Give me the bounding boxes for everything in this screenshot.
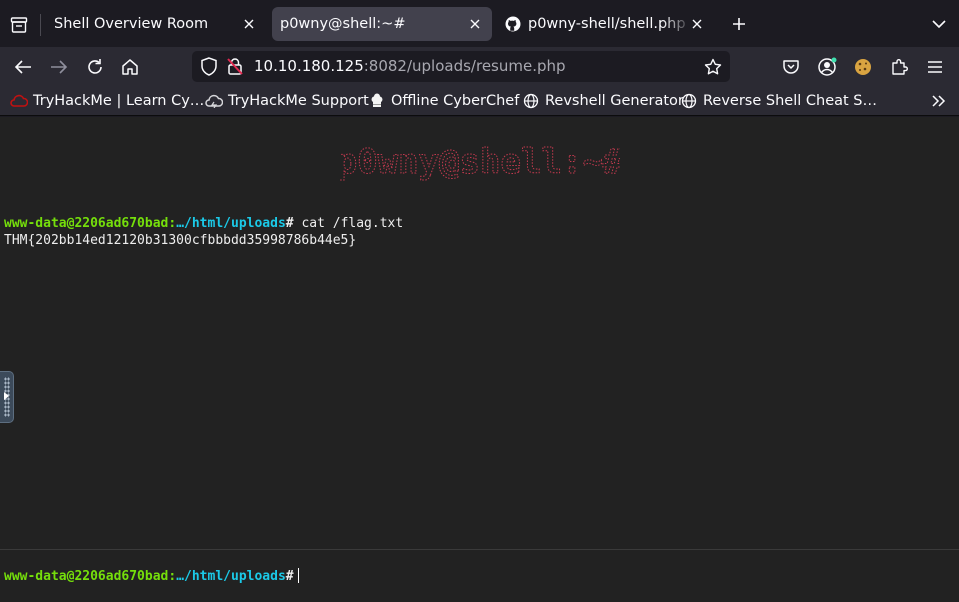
new-tab-plus-icon[interactable] <box>728 13 750 35</box>
shell-input-row[interactable]: www-data@2206ad670bad:…/html/uploads# <box>0 549 959 602</box>
url-host: 10.10.180.125 <box>254 57 364 75</box>
tryhackme-icon <box>10 92 28 110</box>
chevron-down-icon[interactable] <box>928 13 950 35</box>
tab-shell-overview-room[interactable]: Shell Overview Room <box>44 7 266 41</box>
account-icon[interactable] <box>814 54 840 80</box>
bookmarks-toolbar: TryHackMe | Learn Cy… TryHackMe Support … <box>0 86 959 116</box>
prompt-hash: # <box>285 216 294 231</box>
p0wny-shell-ascii-banner: p0wny@shell:~# <box>340 142 620 183</box>
command-text: cat /flag.txt <box>301 216 404 231</box>
firefox-view-icon[interactable] <box>6 12 32 38</box>
shell-command-line: www-data@2206ad670bad:…/html/uploads# ca… <box>4 215 403 232</box>
url-text[interactable]: 10.10.180.125:8082/uploads/resume.php <box>254 57 566 75</box>
expand-arrow-icon <box>4 392 9 400</box>
hamburger-menu-icon[interactable] <box>922 54 948 80</box>
close-icon[interactable] <box>238 13 260 35</box>
prompt-user: www-data@2206ad670bad <box>4 569 169 584</box>
text-cursor <box>297 568 299 583</box>
shell-output: www-data@2206ad670bad:…/html/uploads# ca… <box>4 215 403 249</box>
bookmark-reverse-shell-cheat-sheet[interactable]: Reverse Shell Cheat S… <box>680 91 877 111</box>
tab-title: Shell Overview Room <box>54 16 209 32</box>
chef-hat-icon <box>368 92 386 110</box>
bookmark-tryhackme[interactable]: TryHackMe | Learn Cy… <box>10 91 204 111</box>
tab-title: p0wny@shell:~# <box>280 16 406 32</box>
navigation-toolbar: 10.10.180.125:8082/uploads/resume.php <box>0 47 959 86</box>
address-bar[interactable]: 10.10.180.125:8082/uploads/resume.php <box>192 51 730 82</box>
bookmark-star-icon[interactable] <box>702 56 724 78</box>
reload-icon[interactable] <box>82 54 108 80</box>
close-icon[interactable] <box>464 13 486 35</box>
bookmark-label: TryHackMe Support <box>228 93 369 109</box>
tab-p0wny-shell[interactable]: p0wny@shell:~# <box>272 7 492 41</box>
back-arrow-icon[interactable] <box>10 54 36 80</box>
cloud-icon <box>205 92 223 110</box>
url-path: :8082/uploads/resume.php <box>363 57 566 75</box>
tab-github-shell[interactable]: p0wny-shell/shell.php at <box>496 7 714 41</box>
globe-icon <box>522 92 540 110</box>
tab-strip: Shell Overview Room p0wny@shell:~# p0wny… <box>0 0 959 47</box>
insecure-lock-icon[interactable] <box>226 57 244 80</box>
prompt-hash: # <box>285 569 294 584</box>
prompt-path: …/html/uploads <box>176 569 286 584</box>
bookmark-label: Reverse Shell Cheat S… <box>703 93 877 109</box>
tracking-shield-icon[interactable] <box>200 57 218 80</box>
forward-arrow-icon[interactable] <box>46 54 72 80</box>
shell-input[interactable]: www-data@2206ad670bad:…/html/uploads# <box>4 568 299 584</box>
bookmark-label: TryHackMe | Learn Cy… <box>33 93 205 109</box>
bookmark-offline-cyberchef[interactable]: Offline CyberChef <box>368 91 519 111</box>
tab-title-fade <box>662 7 692 41</box>
extensions-puzzle-icon[interactable] <box>886 54 912 80</box>
shell-page: p0wny@shell:~# www-data@2206ad670bad:…/h… <box>0 117 959 602</box>
double-chevron-right-icon[interactable] <box>929 91 949 111</box>
prompt-user: www-data@2206ad670bad <box>4 216 169 231</box>
banner-text: p0wny@shell:~# <box>340 142 620 182</box>
bookmark-revshell-generator[interactable]: Revshell Generator <box>522 91 684 111</box>
prompt-path: …/html/uploads <box>176 216 286 231</box>
tab-separator <box>40 14 41 36</box>
bookmark-label: Offline CyberChef <box>391 93 520 109</box>
cookie-extension-icon[interactable] <box>850 54 876 80</box>
command-output: THM{202bb14ed12120b31300cfbbbdd35998786b… <box>4 233 357 248</box>
sidebar-drag-handle[interactable] <box>0 371 14 423</box>
pocket-icon[interactable] <box>778 54 804 80</box>
github-icon <box>504 15 522 33</box>
home-icon[interactable] <box>117 54 143 80</box>
globe-icon <box>680 92 698 110</box>
bookmark-label: Revshell Generator <box>545 93 684 109</box>
bookmark-tryhackme-support[interactable]: TryHackMe Support <box>205 91 369 111</box>
